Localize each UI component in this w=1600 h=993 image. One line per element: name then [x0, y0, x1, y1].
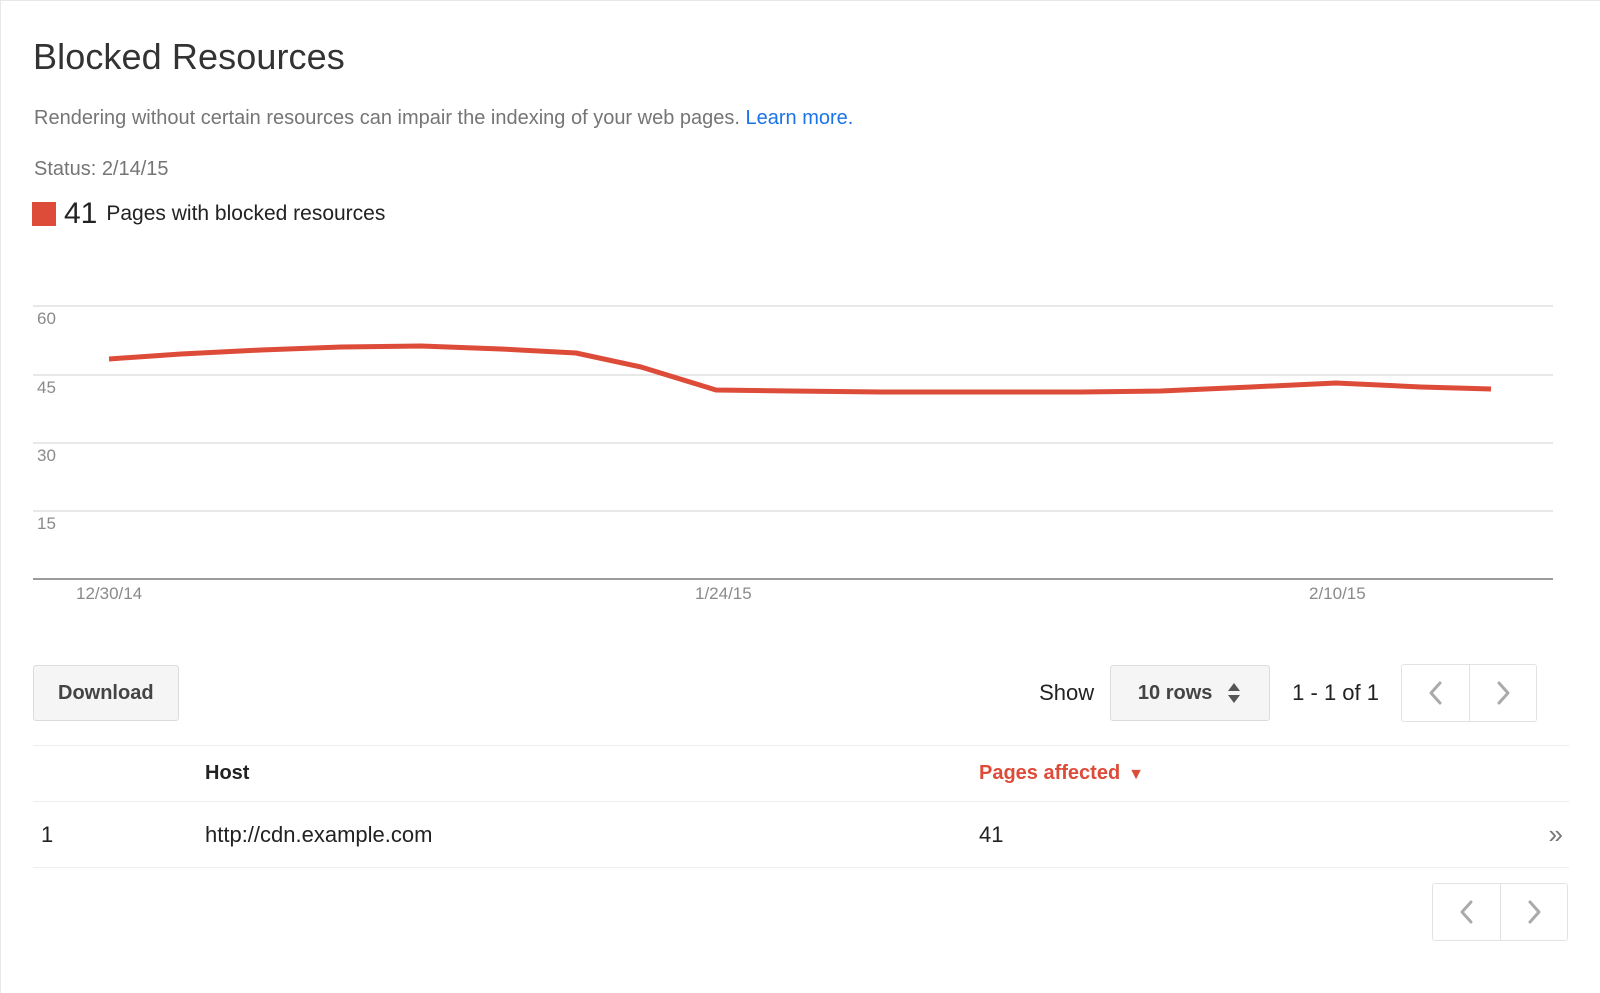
x-tick-start: 12/30/14: [76, 584, 142, 603]
table-header: Host Pages affected ▼: [33, 745, 1569, 802]
y-tick-60: 60: [37, 309, 56, 328]
chart-y-tick-labels: 60 45 30 15: [37, 309, 56, 533]
bottom-pagination-buttons: [1432, 883, 1568, 941]
legend-count: 41: [64, 197, 98, 230]
rows-per-page-value: 10 rows: [1137, 681, 1213, 704]
y-tick-15: 15: [37, 514, 56, 533]
row-pages-affected: 41: [979, 821, 1004, 847]
pagination-controls: Show 10 rows 1 - 1 of 1: [1039, 664, 1537, 722]
page-description-text: Rendering without certain resources can …: [34, 107, 740, 129]
host-column-header[interactable]: Host: [119, 746, 979, 802]
bottom-previous-page-button[interactable]: [1433, 884, 1500, 940]
blocked-resources-chart: 60 45 30 15 12/30/14 1/24/15 2/10/15: [1, 291, 1600, 621]
x-tick-mid: 1/24/15: [695, 584, 752, 603]
rows-per-page-select[interactable]: 10 rows: [1110, 665, 1271, 721]
chart-legend: 41 Pages with blocked resources: [32, 199, 385, 229]
learn-more-link[interactable]: Learn more.: [746, 107, 854, 129]
x-tick-end: 2/10/15: [1309, 584, 1366, 603]
show-label: Show: [1039, 680, 1095, 705]
blocked-resources-page: Blocked Resources Rendering without cert…: [0, 0, 1600, 993]
y-tick-30: 30: [37, 446, 56, 465]
table-row[interactable]: 1 http://cdn.example.com 41 »: [33, 802, 1569, 868]
table-header-row: Host Pages affected ▼: [33, 745, 1569, 802]
row-host: http://cdn.example.com: [205, 821, 433, 847]
index-column-header: [33, 746, 119, 802]
row-details-cell: »: [1479, 802, 1569, 868]
top-pagination-buttons: [1401, 664, 1537, 722]
sort-descending-icon: ▼: [1128, 766, 1145, 783]
download-button[interactable]: Download: [33, 665, 179, 721]
bottom-pagination-controls: [1432, 883, 1568, 941]
row-index: 1: [41, 821, 54, 847]
chevron-right-icon: [1492, 678, 1514, 708]
chevron-left-icon: [1456, 897, 1478, 927]
legend-color-swatch: [32, 202, 56, 226]
page-title: Blocked Resources: [33, 36, 345, 77]
status-label: Status: 2/14/15: [34, 158, 169, 180]
blocked-resources-table: Host Pages affected ▼ 1 http://cdn.exampl…: [33, 745, 1569, 868]
pages-affected-label: Pages affected: [979, 762, 1121, 784]
more-column-header: [1479, 746, 1569, 802]
legend-label: Pages with blocked resources: [106, 202, 386, 225]
previous-page-button[interactable]: [1402, 665, 1469, 721]
chart-x-tick-labels: 12/30/14 1/24/15 2/10/15: [76, 584, 1366, 603]
bottom-next-page-button[interactable]: [1500, 884, 1567, 940]
chart-line-series: [108, 343, 1492, 395]
double-chevron-right-icon[interactable]: »: [1549, 819, 1564, 849]
table-body: 1 http://cdn.example.com 41 »: [33, 802, 1569, 868]
table-toolbar: Download Show 10 rows 1 - 1 of 1: [1, 656, 1569, 734]
chart-svg: 60 45 30 15 12/30/14 1/24/15 2/10/15: [33, 305, 1553, 603]
updown-arrows-icon: [1226, 681, 1242, 705]
chart-gridlines: [33, 305, 1553, 580]
y-tick-45: 45: [37, 378, 56, 397]
pages-affected-column-header[interactable]: Pages affected ▼: [979, 746, 1479, 802]
page-description: Rendering without certain resources can …: [34, 104, 853, 132]
next-page-button[interactable]: [1469, 665, 1536, 721]
chevron-left-icon: [1425, 678, 1447, 708]
result-range-label: 1 - 1 of 1: [1292, 680, 1379, 705]
chevron-right-icon: [1523, 897, 1545, 927]
